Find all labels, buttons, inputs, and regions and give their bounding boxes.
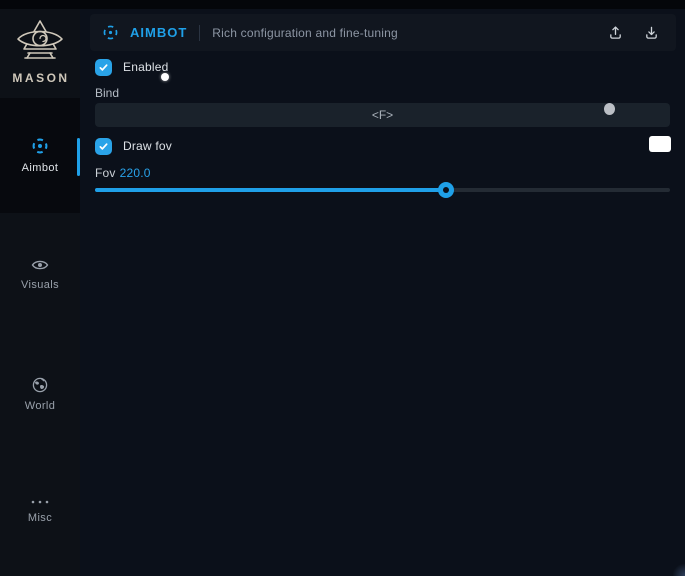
- eye-icon: [31, 258, 49, 272]
- aimbot-panel: AIMBOT Rich configuration and fine-tunin…: [80, 9, 685, 576]
- fov-color-picker[interactable]: [649, 136, 671, 152]
- page-title: AIMBOT: [130, 25, 187, 40]
- sidebar-item-aimbot[interactable]: Aimbot: [0, 98, 80, 213]
- fov-label-text: Fov: [95, 166, 116, 180]
- fov-slider[interactable]: [95, 181, 670, 199]
- ellipsis-icon: [30, 499, 50, 505]
- draw-fov-label: Draw fov: [123, 139, 172, 153]
- panel-header: AIMBOT Rich configuration and fine-tunin…: [90, 14, 676, 51]
- sidebar-item-misc[interactable]: Misc: [0, 499, 80, 524]
- sidebar-item-label: Aimbot: [22, 162, 59, 174]
- cursor-dot: [161, 73, 169, 81]
- sidebar-item-label: Misc: [28, 512, 52, 524]
- app-window: MASON Aimbot Visuals: [0, 0, 685, 576]
- crosshair-icon: [102, 24, 119, 41]
- enabled-label: Enabled: [123, 60, 168, 74]
- sidebar-item-visuals[interactable]: Visuals: [0, 258, 80, 291]
- top-strip: [0, 0, 685, 9]
- enabled-checkbox[interactable]: [95, 59, 112, 76]
- draw-fov-checkbox[interactable]: [95, 138, 112, 155]
- app-logo: MASON: [0, 17, 80, 85]
- enabled-row: Enabled: [95, 58, 168, 76]
- cursor-dot: [604, 103, 615, 115]
- sidebar-item-label: Visuals: [21, 279, 59, 291]
- sidebar: MASON Aimbot Visuals: [0, 9, 80, 576]
- bind-key-field[interactable]: <F>: [95, 103, 670, 127]
- download-config-button[interactable]: [638, 20, 664, 46]
- slider-handle[interactable]: [438, 182, 454, 198]
- logo-label: MASON: [12, 71, 69, 85]
- fov-label: Fov 220.0: [95, 166, 151, 180]
- draw-fov-row: Draw fov: [95, 137, 172, 155]
- slider-fill: [95, 188, 446, 192]
- mason-eye-pyramid-icon: [14, 17, 66, 67]
- globe-icon: [32, 377, 48, 393]
- header-divider: [199, 25, 200, 41]
- crosshair-icon: [31, 137, 49, 155]
- bind-label: Bind: [95, 86, 119, 100]
- fov-value: 220.0: [120, 166, 151, 180]
- sidebar-item-world[interactable]: World: [0, 377, 80, 412]
- page-subtitle: Rich configuration and fine-tuning: [212, 26, 398, 40]
- corner-accent: [673, 564, 685, 576]
- sidebar-item-label: World: [25, 400, 56, 412]
- upload-config-button[interactable]: [602, 20, 628, 46]
